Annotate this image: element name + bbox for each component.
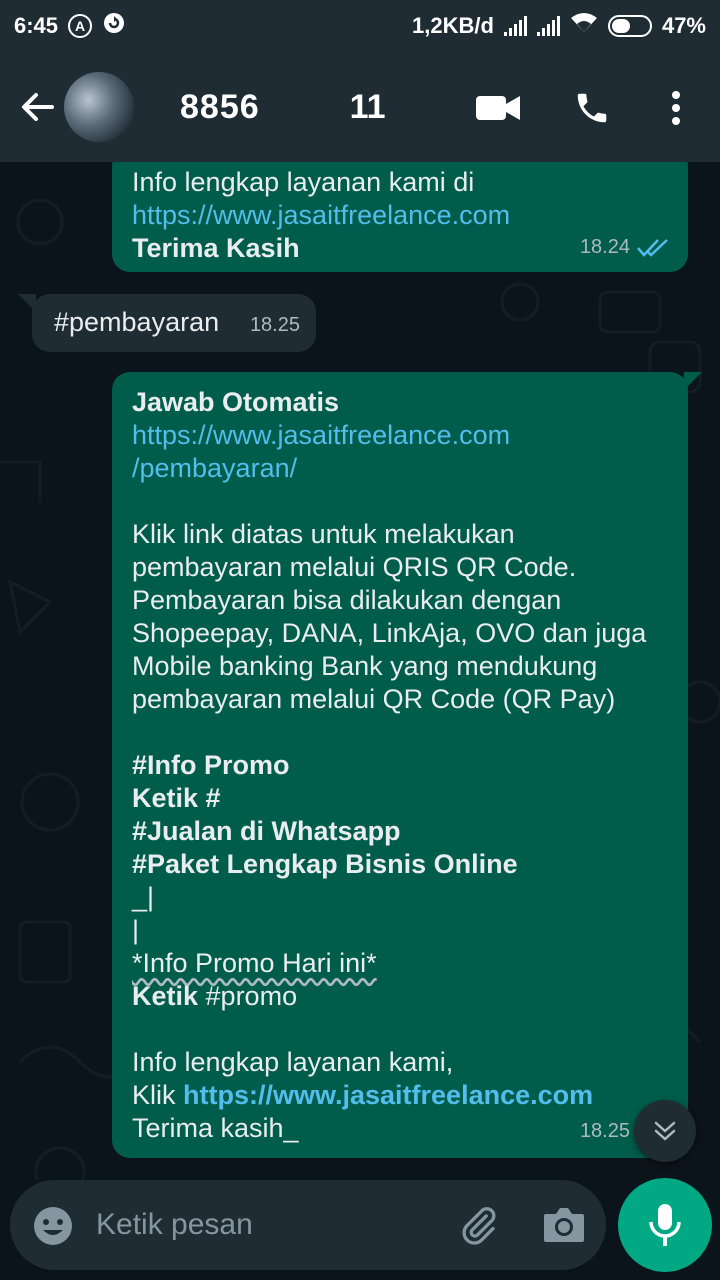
message-bubble-incoming[interactable]: #pembayaran 18.25 bbox=[32, 294, 316, 352]
message-text: Info lengkap layanan kami, bbox=[132, 1047, 454, 1077]
more-options-button[interactable] bbox=[652, 80, 700, 136]
chat-header: 8856 11 bbox=[0, 52, 720, 162]
message-time: 18.24 bbox=[579, 236, 630, 258]
message-time: 18.25 bbox=[249, 314, 300, 336]
paperclip-icon bbox=[462, 1207, 496, 1245]
video-call-button[interactable] bbox=[470, 80, 526, 136]
voice-call-button[interactable] bbox=[564, 80, 620, 136]
message-text: Ketik bbox=[132, 981, 199, 1011]
video-call-icon bbox=[476, 96, 520, 120]
voice-message-button[interactable] bbox=[618, 1178, 712, 1272]
message-text: Shopeepay, DANA, LinkAja, OVO dan juga bbox=[132, 618, 647, 648]
message-text: Klik bbox=[132, 1080, 184, 1110]
message-title: Jawab Otomatis bbox=[132, 387, 340, 417]
message-text: #Paket Lengkap Bisnis Online bbox=[132, 849, 518, 879]
status-time: 6:45 bbox=[14, 13, 59, 38]
message-text: Pembayaran bisa dilakukan dengan bbox=[132, 585, 562, 615]
double-chevron-down-icon bbox=[654, 1121, 676, 1141]
signal-icon-2 bbox=[536, 16, 560, 36]
message-line: Klik https://www.jasaitfreelance.com bbox=[132, 1079, 668, 1112]
emoji-icon bbox=[34, 1207, 72, 1245]
status-bar: 6:45 A 1,2KB/d 47% bbox=[0, 0, 720, 52]
message-link[interactable]: https://www.jasaitfreelance.com bbox=[183, 1080, 593, 1110]
camera-button[interactable] bbox=[542, 1206, 586, 1249]
message-text: _| bbox=[132, 882, 155, 912]
voice-call-icon bbox=[577, 93, 607, 123]
message-input[interactable] bbox=[96, 1202, 426, 1248]
message-bubble-outgoing[interactable]: Jawab Otomatis https://www.jasaitfreelan… bbox=[112, 372, 688, 1158]
message-text: #Jualan di Whatsapp bbox=[132, 816, 401, 846]
message-text: pembayaran melalui QRIS QR Code. bbox=[132, 552, 577, 582]
message-link[interactable]: https://www.jasaitfreelance.com bbox=[132, 419, 668, 452]
microphone-icon bbox=[649, 1204, 681, 1246]
wifi-icon bbox=[570, 12, 598, 40]
message-text: Klik link diatas untuk melakukan bbox=[132, 519, 515, 549]
contact-extra: 11 bbox=[349, 87, 386, 126]
message-text: Mobile banking Bank yang mendukung bbox=[132, 651, 598, 681]
back-button[interactable] bbox=[8, 77, 68, 137]
signal-icon bbox=[503, 16, 527, 36]
message-text: pembayaran melalui QR Code (QR Pay) bbox=[132, 684, 616, 714]
message-text: #Info Promo bbox=[132, 750, 290, 780]
auto-icon: A bbox=[68, 14, 93, 38]
contact-name[interactable]: 8856 bbox=[180, 88, 260, 127]
message-text: Info lengkap layanan kami di bbox=[132, 167, 475, 197]
message-link[interactable]: /pembayaran/ bbox=[132, 452, 668, 485]
back-arrow-icon bbox=[22, 93, 54, 121]
scroll-to-bottom-button[interactable] bbox=[634, 1100, 696, 1162]
message-text: Ketik # bbox=[132, 783, 221, 813]
message-link[interactable]: https://www.jasaitfreelance.com bbox=[132, 199, 668, 232]
battery-percent: 47% bbox=[661, 13, 706, 38]
network-speed: 1,2KB/d bbox=[412, 13, 494, 38]
message-text: #promo bbox=[198, 981, 298, 1011]
message-composer bbox=[10, 1180, 606, 1270]
more-options-icon bbox=[672, 91, 680, 125]
read-ticks-icon bbox=[637, 238, 668, 257]
attach-button[interactable] bbox=[456, 1204, 500, 1253]
sync-icon bbox=[102, 11, 126, 41]
message-text: #pembayaran bbox=[54, 307, 220, 337]
chat-area[interactable]: Info lengkap layanan kami di https://www… bbox=[0, 162, 720, 1180]
message-text: | bbox=[132, 915, 140, 945]
battery-icon bbox=[607, 15, 652, 37]
message-time: 18.25 bbox=[579, 1120, 630, 1142]
emoji-button[interactable] bbox=[32, 1205, 74, 1252]
camera-icon bbox=[544, 1208, 584, 1242]
message-bubble-outgoing[interactable]: Info lengkap layanan kami di https://www… bbox=[112, 162, 688, 272]
message-line: Ketik #promo bbox=[132, 980, 668, 1013]
message-meta: 18.24 bbox=[580, 231, 670, 264]
message-text: *Info Promo Hari ini* bbox=[132, 948, 377, 978]
avatar[interactable] bbox=[64, 72, 134, 142]
